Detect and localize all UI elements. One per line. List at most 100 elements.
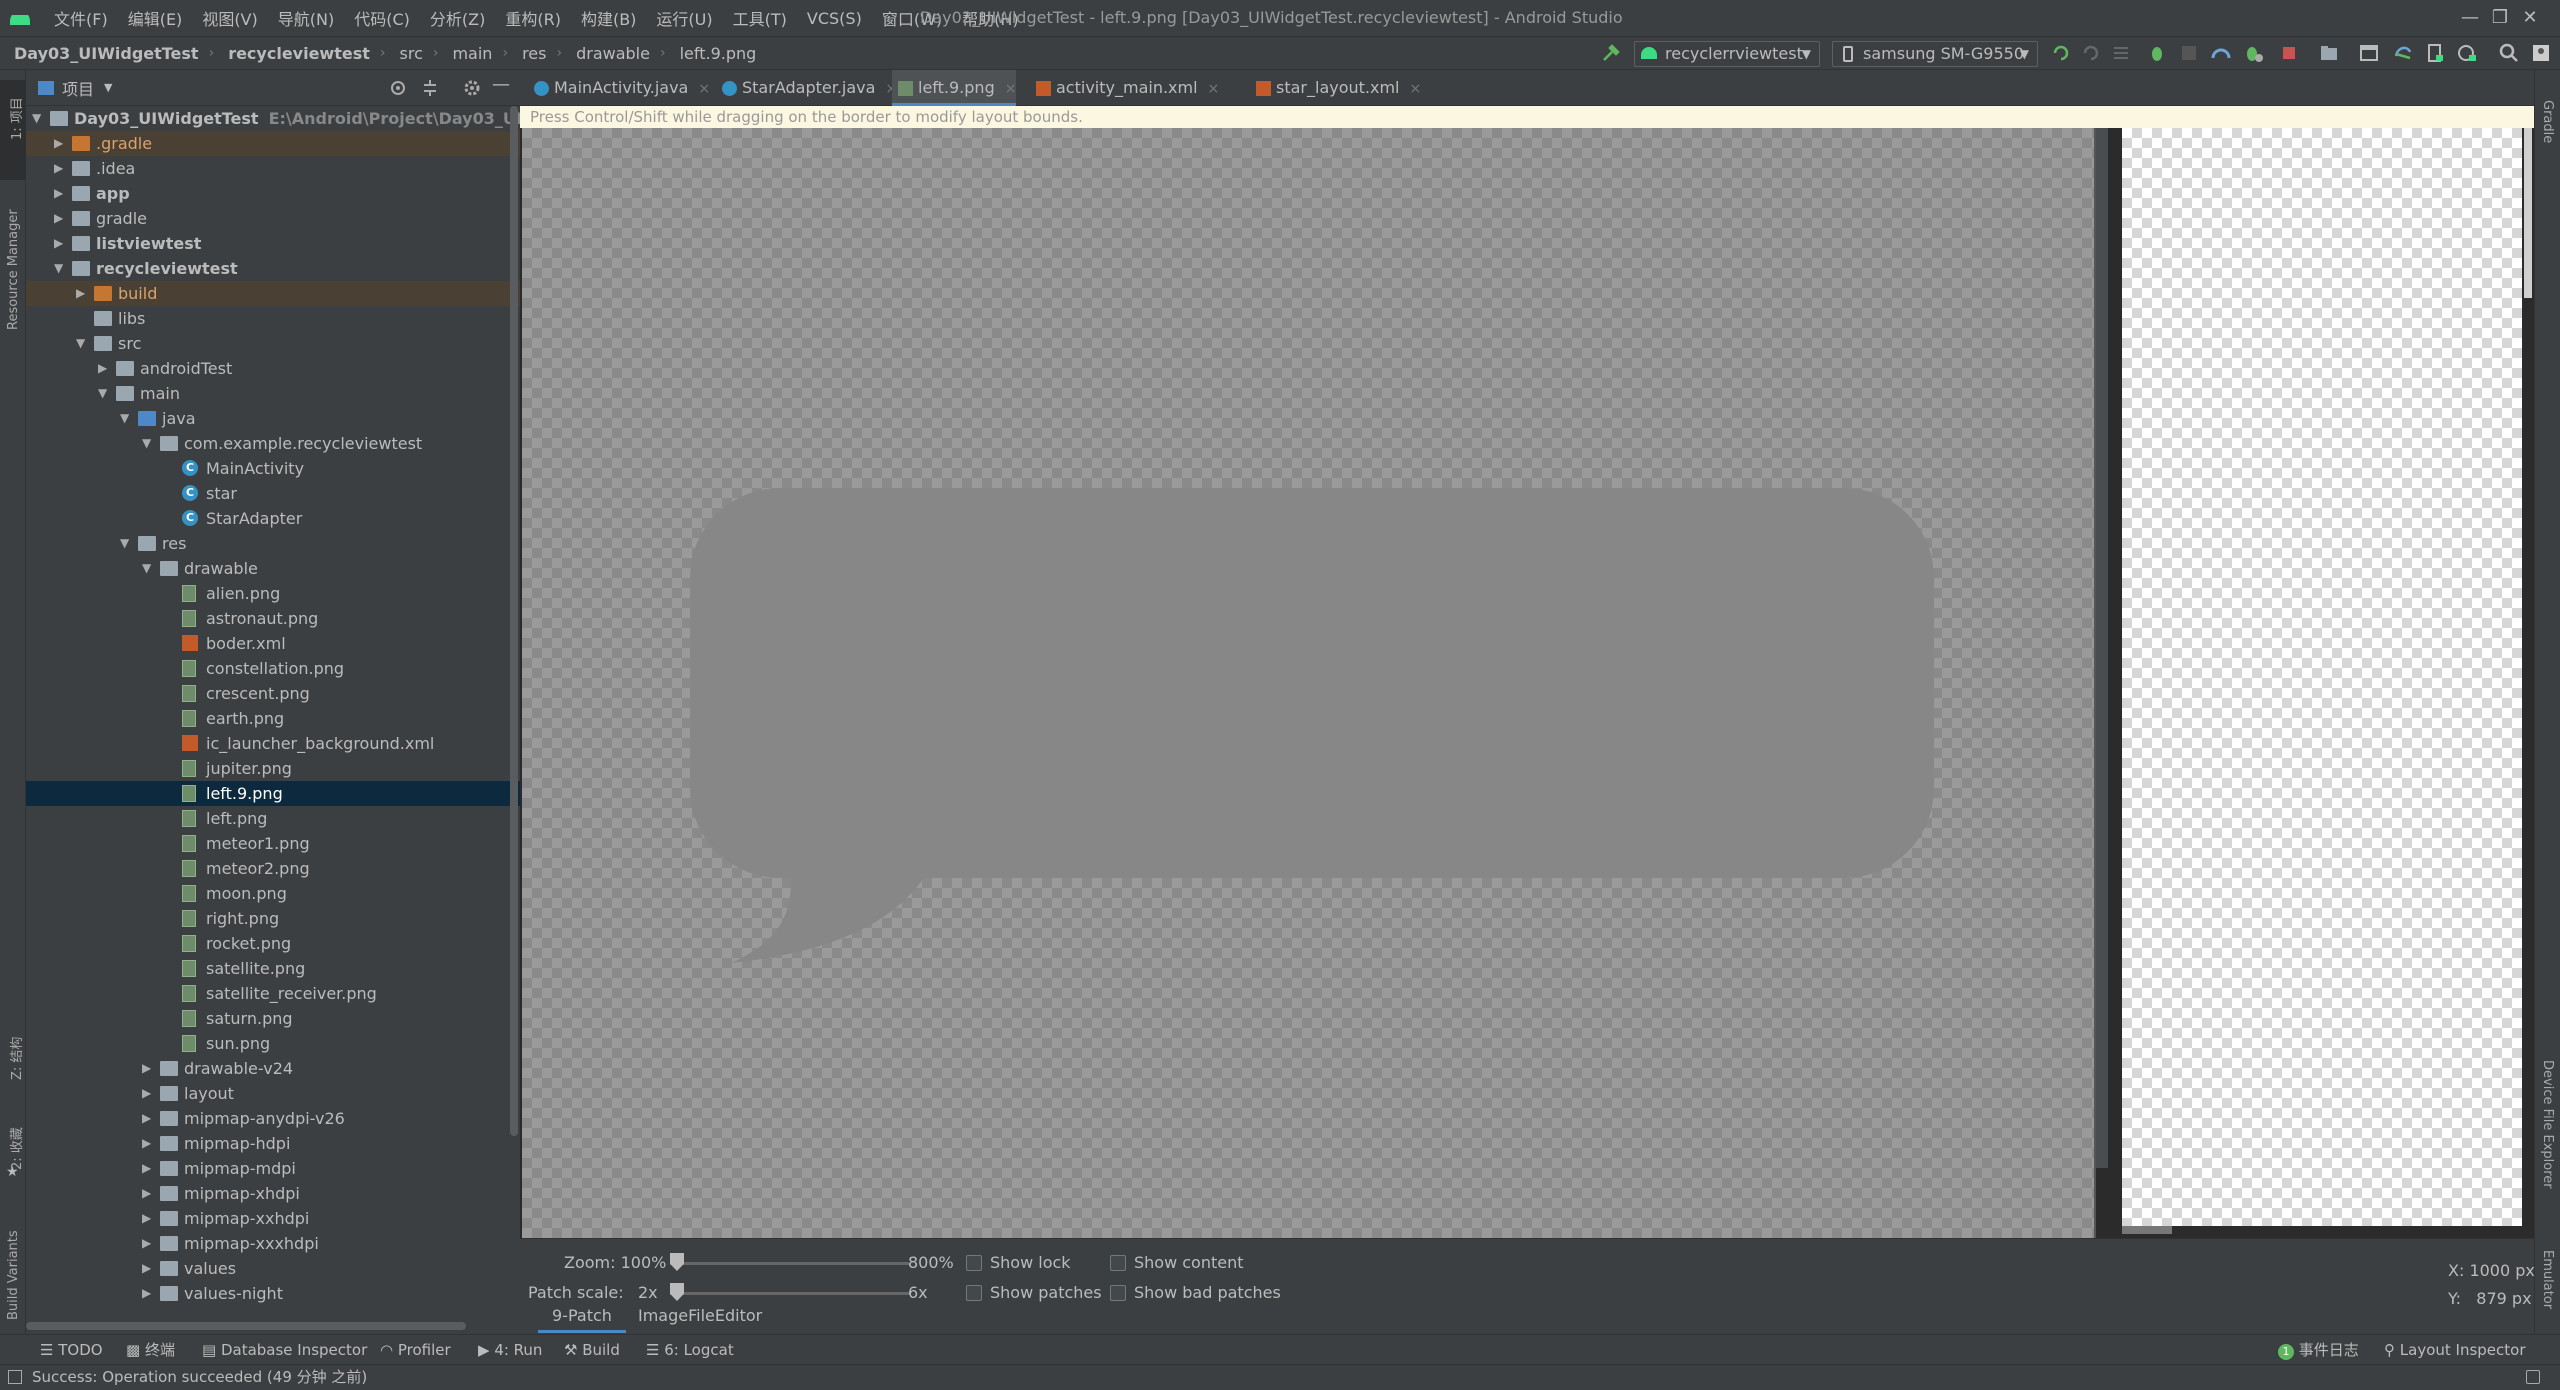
menu-view[interactable]: 视图(V) xyxy=(192,6,267,30)
collapsed-arrow-icon[interactable]: ▶ xyxy=(142,1106,156,1131)
attach-debugger-icon[interactable] xyxy=(2242,42,2264,64)
breadcrumb-drawable[interactable]: drawable xyxy=(562,44,650,63)
tree-item-meteor1-png[interactable]: meteor1.png xyxy=(26,831,520,856)
close-icon[interactable]: ✕ xyxy=(2500,0,2560,36)
collapsed-arrow-icon[interactable]: ▶ xyxy=(54,181,68,206)
patch-scale-slider-track[interactable] xyxy=(670,1292,910,1295)
layout-icon[interactable] xyxy=(2358,42,2380,64)
coverage-icon[interactable] xyxy=(2178,42,2200,64)
menu-vcs[interactable]: VCS(S) xyxy=(797,9,872,28)
tree-item-values-night[interactable]: ▶ values-night xyxy=(26,1281,520,1306)
tree-item-recycleviewtest[interactable]: ▼ recycleviewtest xyxy=(26,256,520,281)
tree-item-moon-png[interactable]: moon.png xyxy=(26,881,520,906)
apply-changes-icon[interactable] xyxy=(2050,42,2072,64)
menu-file[interactable]: 文件(F) xyxy=(44,6,118,30)
run-tool-button[interactable]: ▶ 4: Run xyxy=(478,1335,542,1365)
preview-splitter[interactable] xyxy=(2108,128,2122,1238)
resource-manager-tool-label[interactable]: Resource Manager xyxy=(6,209,21,330)
breadcrumb-module[interactable]: recycleviewtest xyxy=(214,44,370,63)
tree-item-com-example-recycleviewtest[interactable]: ▼ com.example.recycleviewtest xyxy=(26,431,520,456)
expanded-arrow-icon[interactable]: ▼ xyxy=(98,381,112,406)
tab-star-layout-xml[interactable]: star_layout.xml × xyxy=(1250,70,1421,106)
locate-file-icon[interactable] xyxy=(388,78,408,98)
close-tab-icon[interactable]: × xyxy=(1400,81,1422,97)
tree-item-mipmap-hdpi[interactable]: ▶ mipmap-hdpi xyxy=(26,1131,520,1156)
collapsed-arrow-icon[interactable]: ▶ xyxy=(54,231,68,256)
tree-item-drawable[interactable]: ▼ drawable xyxy=(26,556,520,581)
tree-item-astronaut-png[interactable]: astronaut.png xyxy=(26,606,520,631)
tree-item-satellite-png[interactable]: satellite.png xyxy=(26,956,520,981)
collapsed-arrow-icon[interactable]: ▶ xyxy=(98,356,112,381)
tree-item-alien-png[interactable]: alien.png xyxy=(26,581,520,606)
tree-item-mipmap-xhdpi[interactable]: ▶ mipmap-xhdpi xyxy=(26,1181,520,1206)
canvas-vertical-scrollbar[interactable] xyxy=(2096,128,2108,1168)
tree-item-right-png[interactable]: right.png xyxy=(26,906,520,931)
collapsed-arrow-icon[interactable]: ▶ xyxy=(142,1181,156,1206)
tree-item-star[interactable]: Cstar xyxy=(26,481,520,506)
tree-item-src[interactable]: ▼ src xyxy=(26,331,520,356)
nine-patch-canvas[interactable] xyxy=(522,128,2096,1238)
device-dropdown[interactable]: samsung SM-G9550 ▼ xyxy=(1832,41,2038,67)
close-tab-icon[interactable]: × xyxy=(688,81,710,97)
menu-run[interactable]: 运行(U) xyxy=(646,6,722,30)
tab-activity-main-xml[interactable]: activity_main.xml × xyxy=(1030,70,1219,106)
show-content-checkbox[interactable] xyxy=(1110,1255,1126,1271)
tree-item-libs[interactable]: libs xyxy=(26,306,520,331)
menu-build[interactable]: 构建(B) xyxy=(571,6,646,30)
sync-gradle-icon[interactable] xyxy=(2392,42,2414,64)
show-patches-checkbox[interactable] xyxy=(966,1285,982,1301)
toggle-tool-windows-icon[interactable] xyxy=(8,1370,22,1384)
tree-item-main[interactable]: ▼ main xyxy=(26,381,520,406)
collapsed-arrow-icon[interactable]: ▶ xyxy=(142,1206,156,1231)
tree-item-idea[interactable]: ▶ .idea xyxy=(26,156,520,181)
collapsed-arrow-icon[interactable]: ▶ xyxy=(142,1256,156,1281)
terminal-tool-button[interactable]: ▩ 终端 xyxy=(126,1335,175,1365)
tree-item-saturn-png[interactable]: saturn.png xyxy=(26,1006,520,1031)
tree-item-values[interactable]: ▶ values xyxy=(26,1256,520,1281)
expanded-arrow-icon[interactable]: ▼ xyxy=(120,531,134,556)
close-tab-icon[interactable]: × xyxy=(1198,81,1220,97)
profile-icon[interactable] xyxy=(2210,42,2232,64)
debug-icon[interactable] xyxy=(2146,42,2168,64)
tree-item-day03-uiwidgettest[interactable]: ▼ Day03_UIWidgetTest E:\Android\Project\Da… xyxy=(26,106,520,131)
hide-panel-icon[interactable]: — xyxy=(492,74,510,95)
tree-item-ic-launcher-background-xml[interactable]: ic_launcher_background.xml xyxy=(26,731,520,756)
profiler-tool-button[interactable]: ◠ Profiler xyxy=(380,1335,451,1365)
tree-item-satellite-receiver-png[interactable]: satellite_receiver.png xyxy=(26,981,520,1006)
tree-item-left-9-png[interactable]: left.9.png xyxy=(26,781,520,806)
tree-item-jupiter-png[interactable]: jupiter.png xyxy=(26,756,520,781)
breadcrumb-main[interactable]: main xyxy=(438,44,492,63)
close-tab-icon[interactable]: × xyxy=(995,81,1017,97)
tree-item-constellation-png[interactable]: constellation.png xyxy=(26,656,520,681)
tree-item-app[interactable]: ▶ app xyxy=(26,181,520,206)
project-panel-title[interactable]: 项目 xyxy=(62,76,94,100)
account-icon[interactable] xyxy=(2530,42,2552,64)
database-inspector-tool-button[interactable]: ▤ Database Inspector xyxy=(202,1335,367,1365)
event-log-tool-button[interactable]: 1 事件日志 xyxy=(2278,1335,2359,1365)
expanded-arrow-icon[interactable]: ▼ xyxy=(76,331,90,356)
todo-tool-button[interactable]: ☰ TODO xyxy=(40,1335,103,1365)
breadcrumb-src[interactable]: src xyxy=(386,44,423,63)
collapsed-arrow-icon[interactable]: ▶ xyxy=(142,1131,156,1156)
tree-item-res[interactable]: ▼ res xyxy=(26,531,520,556)
project-tool-button[interactable]: 1: 项目 xyxy=(0,80,26,180)
tab-mainactivity-java[interactable]: MainActivity.java × xyxy=(528,70,710,106)
search-icon[interactable] xyxy=(2498,42,2520,64)
collapse-all-icon[interactable] xyxy=(420,78,440,98)
apply-code-changes-icon[interactable] xyxy=(2080,42,2102,64)
avd-manager-icon[interactable] xyxy=(2424,42,2446,64)
tab-staradapter-java[interactable]: StarAdapter.java× xyxy=(716,70,897,106)
layout-inspector-tool-button[interactable]: ⚲ Layout Inspector xyxy=(2384,1335,2526,1365)
collapsed-arrow-icon[interactable]: ▶ xyxy=(142,1281,156,1306)
stop-icon[interactable] xyxy=(2278,42,2300,64)
collapsed-arrow-icon[interactable]: ▶ xyxy=(142,1081,156,1106)
rerun-icon[interactable] xyxy=(2110,42,2132,64)
collapsed-arrow-icon[interactable]: ▶ xyxy=(54,131,68,156)
structure-tool-label[interactable]: Z: 结构 xyxy=(6,1037,25,1080)
menu-code[interactable]: 代码(C) xyxy=(344,6,420,30)
preview-vertical-scrollbar[interactable] xyxy=(2524,128,2532,298)
device-file-explorer-tool-label[interactable]: Device File Explorer xyxy=(2540,1060,2555,1189)
zoom-slider-track[interactable] xyxy=(670,1262,910,1265)
expanded-arrow-icon[interactable]: ▼ xyxy=(32,106,46,131)
collapsed-arrow-icon[interactable]: ▶ xyxy=(76,281,90,306)
